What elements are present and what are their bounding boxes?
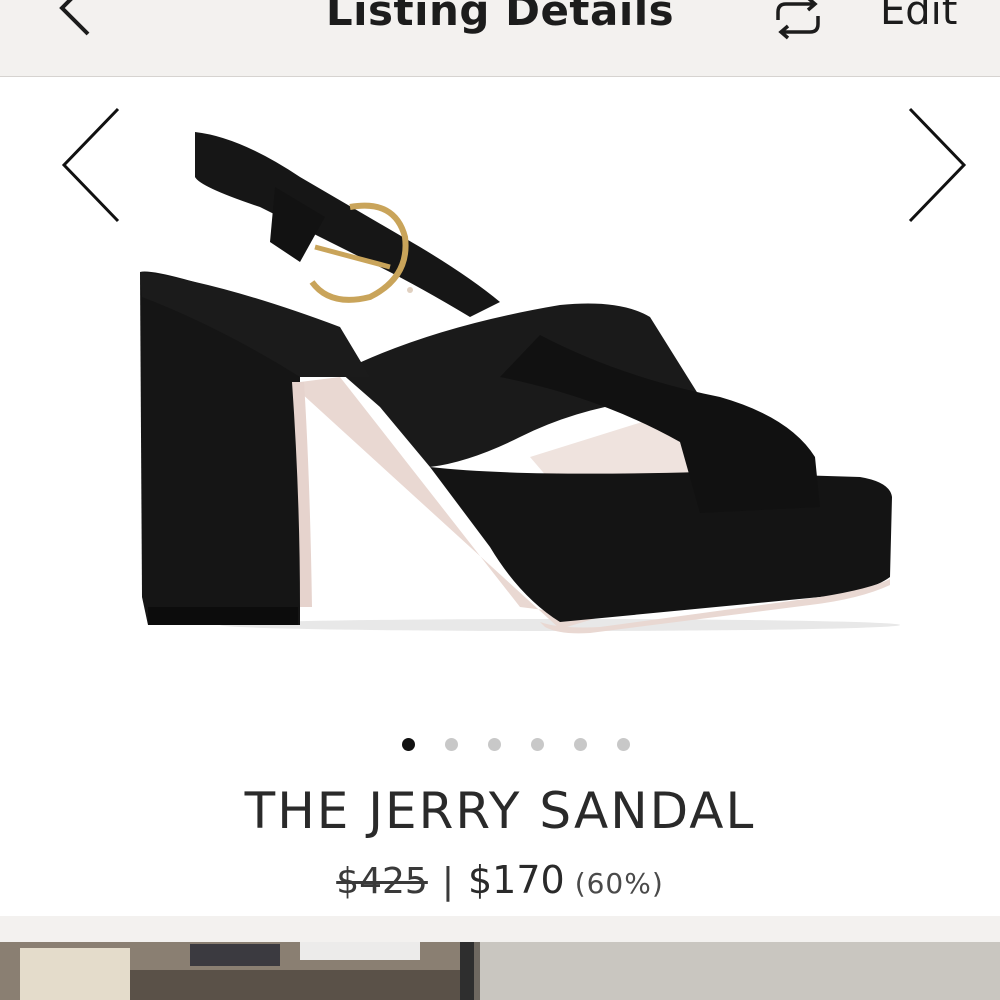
sale-price: $170 — [467, 858, 565, 902]
carousel-dot-active[interactable] — [402, 738, 415, 751]
discount-percent: (60%) — [574, 867, 664, 900]
edit-button[interactable]: Edit — [880, 0, 957, 34]
section-divider — [0, 916, 1000, 942]
next-image-chevron-icon[interactable] — [902, 105, 972, 225]
top-nav-bar: Listing Details Edit — [0, 0, 1000, 77]
price-row: $425 | $170 (60%) — [0, 858, 1000, 902]
carousel-dot[interactable] — [531, 738, 544, 751]
next-listing-photo[interactable] — [0, 942, 1000, 1000]
product-photo[interactable] — [0, 77, 1000, 717]
original-price: $425 — [336, 861, 428, 902]
page-title: Listing Details — [325, 0, 675, 35]
carousel-dot[interactable] — [445, 738, 458, 751]
carousel-dot[interactable] — [574, 738, 587, 751]
carousel-dot[interactable] — [617, 738, 630, 751]
previous-image-chevron-icon[interactable] — [58, 105, 128, 225]
price-separator: | — [441, 861, 454, 902]
product-name: THE JERRY SANDAL — [244, 782, 756, 840]
refresh-icon[interactable] — [770, 0, 826, 46]
carousel-dot[interactable] — [488, 738, 501, 751]
